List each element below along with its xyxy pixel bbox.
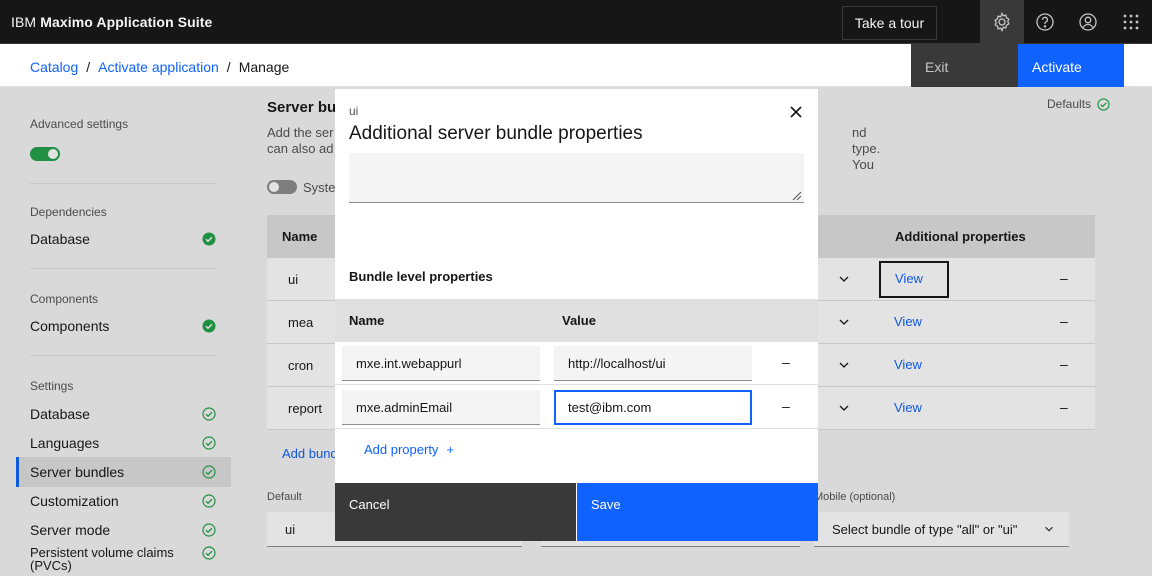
help-icon[interactable] bbox=[1023, 0, 1067, 44]
add-property-button[interactable]: Add property + bbox=[364, 442, 454, 457]
property-row: – bbox=[335, 386, 818, 429]
additional-properties-modal: ui Additional server bundle properties B… bbox=[335, 89, 818, 541]
app-switcher-icon[interactable] bbox=[1109, 0, 1152, 44]
save-button[interactable]: Save bbox=[577, 483, 818, 541]
remove-property-button[interactable]: – bbox=[782, 398, 790, 414]
app-brand[interactable]: IBM Maximo Application Suite bbox=[11, 14, 212, 30]
breadcrumb: Catalog / Activate application / Manage bbox=[30, 59, 289, 75]
take-a-tour-button[interactable]: Take a tour bbox=[842, 6, 937, 40]
property-value-input[interactable] bbox=[554, 390, 752, 425]
property-name-input[interactable] bbox=[342, 390, 540, 425]
remove-property-button[interactable]: – bbox=[782, 354, 790, 370]
modal-title: Additional server bundle properties bbox=[349, 123, 643, 144]
properties-textarea[interactable] bbox=[349, 153, 804, 203]
exit-button[interactable]: Exit bbox=[911, 44, 1018, 87]
cancel-button[interactable]: Cancel bbox=[335, 483, 576, 541]
property-row: – bbox=[335, 342, 818, 385]
breadcrumb-separator: / bbox=[226, 59, 231, 75]
resize-handle-icon[interactable] bbox=[790, 189, 802, 201]
bundle-level-properties-title: Bundle level properties bbox=[349, 269, 493, 284]
modal-label: ui bbox=[349, 104, 359, 118]
breadcrumb-activate-application[interactable]: Activate application bbox=[98, 59, 219, 75]
breadcrumb-catalog[interactable]: Catalog bbox=[30, 59, 78, 75]
user-avatar-icon[interactable] bbox=[1066, 0, 1110, 44]
brand-prefix: IBM bbox=[11, 14, 37, 30]
property-name-input[interactable] bbox=[342, 346, 540, 381]
add-property-label: Add property bbox=[364, 442, 439, 457]
column-header-name: Name bbox=[349, 313, 385, 328]
properties-table-header: Name Value bbox=[335, 299, 818, 342]
property-value-input[interactable] bbox=[554, 346, 752, 381]
activate-button[interactable]: Activate bbox=[1018, 44, 1124, 87]
top-header: IBM Maximo Application Suite Take a tour bbox=[0, 0, 1152, 44]
add-icon: + bbox=[446, 442, 455, 457]
brand-name: Maximo Application Suite bbox=[40, 14, 213, 30]
settings-gear-icon[interactable] bbox=[980, 0, 1024, 44]
column-header-value: Value bbox=[562, 313, 596, 328]
breadcrumb-current: Manage bbox=[238, 59, 290, 75]
breadcrumb-separator: / bbox=[86, 59, 91, 75]
close-icon[interactable] bbox=[786, 102, 806, 122]
